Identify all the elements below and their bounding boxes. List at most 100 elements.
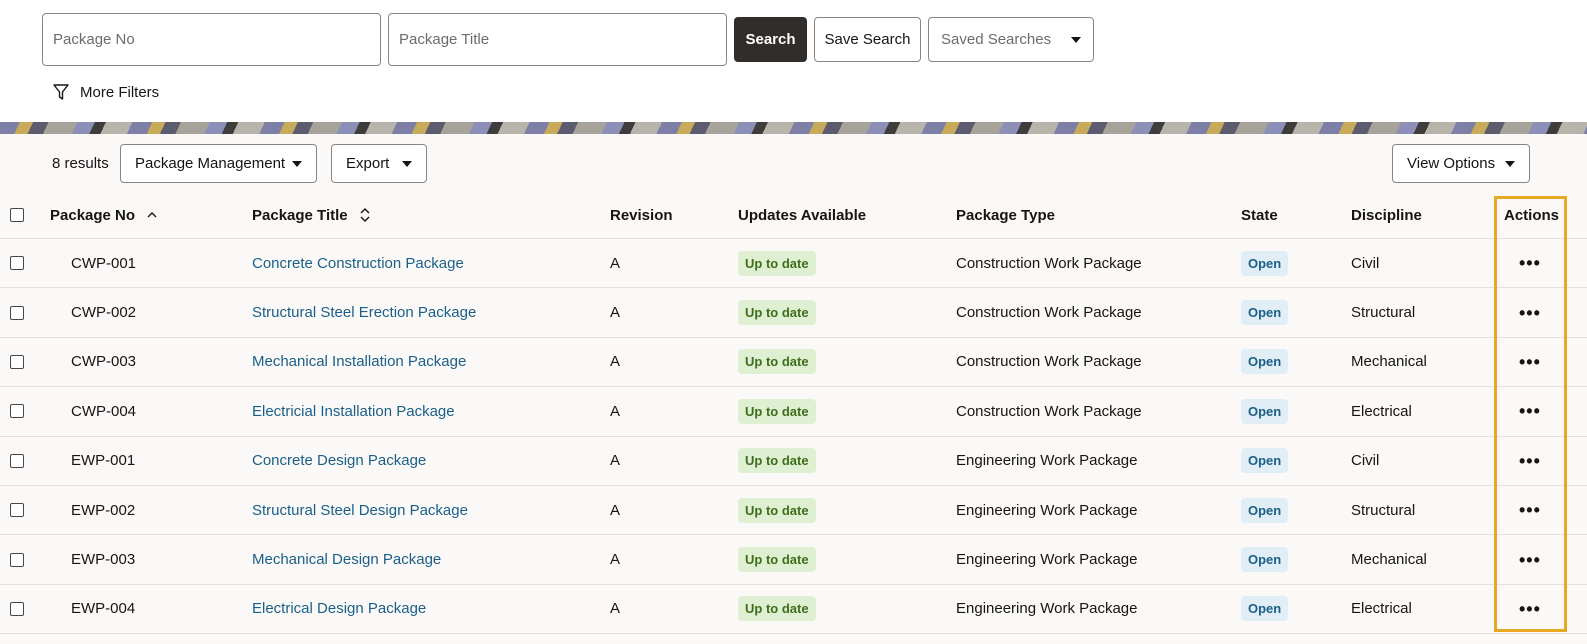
- updates-cell: Up to date: [738, 437, 816, 485]
- more-horizontal-icon[interactable]: •••: [1519, 551, 1541, 569]
- package-no-placeholder: Package No: [53, 31, 135, 48]
- row-checkbox[interactable]: [10, 305, 24, 320]
- sort-icon[interactable]: [360, 208, 370, 222]
- package-title-link[interactable]: Electricial Installation Package: [252, 403, 455, 420]
- state-badge: Open: [1241, 250, 1289, 276]
- package-type-cell: Engineering Work Package: [956, 501, 1138, 519]
- row-checkbox[interactable]: [10, 453, 24, 468]
- state-cell: Open: [1241, 239, 1289, 287]
- actions-cell: •••: [1519, 535, 1541, 583]
- package-title-link-cell: Concrete Construction Package: [252, 239, 464, 287]
- sort-ascending-icon[interactable]: [147, 211, 157, 219]
- row-checkbox[interactable]: [10, 404, 24, 419]
- up-to-date-badge: Up to date: [738, 349, 816, 375]
- package-title-link[interactable]: Concrete Construction Package: [252, 255, 464, 272]
- header-package-no[interactable]: Package No: [50, 192, 157, 238]
- updates-cell: Up to date: [738, 585, 816, 633]
- package-title-link[interactable]: Mechanical Design Package: [252, 551, 441, 568]
- more-horizontal-icon[interactable]: •••: [1519, 452, 1541, 470]
- header-updates-available: Updates Available: [738, 206, 867, 224]
- table-row[interactable]: CWP-002 Structural Steel Erection Packag…: [0, 288, 1587, 338]
- up-to-date-badge: Up to date: [738, 250, 816, 276]
- row-checkbox[interactable]: [10, 552, 24, 567]
- table-row[interactable]: CWP-003 Mechanical Installation Package …: [0, 338, 1587, 388]
- up-to-date-badge: Up to date: [738, 497, 816, 523]
- filter-icon: [53, 84, 69, 100]
- package-type-cell: Engineering Work Package: [956, 452, 1138, 470]
- view-options-menu[interactable]: View Options: [1392, 144, 1530, 183]
- table-row[interactable]: CWP-001 Concrete Construction Package A …: [0, 239, 1587, 289]
- up-to-date-badge: Up to date: [738, 300, 816, 326]
- row-checkbox[interactable]: [10, 601, 24, 616]
- table-row[interactable]: CWP-004 Electricial Installation Package…: [0, 387, 1587, 437]
- row-checkbox-cell: [10, 338, 24, 386]
- package-no-input[interactable]: Package No: [42, 13, 381, 66]
- state-cell: Open: [1241, 585, 1289, 633]
- more-horizontal-icon[interactable]: •••: [1519, 353, 1541, 371]
- state-cell: Open: [1241, 437, 1289, 485]
- save-search-button[interactable]: Save Search: [814, 17, 921, 62]
- package-no-cell: EWP-001: [71, 452, 136, 470]
- package-no-cell: CWP-003: [71, 353, 137, 371]
- actions-cell: •••: [1519, 288, 1541, 336]
- header-actions: Actions: [1504, 206, 1560, 224]
- package-no-cell: EWP-002: [71, 501, 136, 519]
- row-checkbox-cell: [10, 387, 24, 435]
- decorative-banner: [0, 122, 1587, 134]
- revision-cell: A: [610, 600, 621, 618]
- saved-searches-select[interactable]: Saved Searches: [928, 17, 1094, 62]
- more-horizontal-icon[interactable]: •••: [1519, 501, 1541, 519]
- discipline-cell: Civil: [1351, 254, 1380, 272]
- package-title-link-cell: Electricial Installation Package: [252, 387, 455, 435]
- package-title-link[interactable]: Concrete Design Package: [252, 452, 426, 469]
- row-checkbox[interactable]: [10, 503, 24, 518]
- state-cell: Open: [1241, 338, 1289, 386]
- package-type-cell: Engineering Work Package: [956, 600, 1138, 618]
- up-to-date-badge: Up to date: [738, 547, 816, 573]
- more-horizontal-icon[interactable]: •••: [1519, 304, 1541, 322]
- actions-cell: •••: [1519, 239, 1541, 287]
- actions-cell: •••: [1519, 387, 1541, 435]
- row-checkbox[interactable]: [10, 256, 24, 271]
- row-checkbox-cell: [10, 486, 24, 534]
- actions-cell: •••: [1519, 486, 1541, 534]
- header-package-title[interactable]: Package Title: [252, 192, 370, 238]
- updates-cell: Up to date: [738, 288, 816, 336]
- packages-table: Package No Package Title Revision Update…: [0, 192, 1587, 635]
- package-title-link-cell: Mechanical Installation Package: [252, 338, 466, 386]
- search-button[interactable]: Search: [734, 17, 807, 62]
- package-title-placeholder: Package Title: [399, 31, 490, 48]
- more-filters-button[interactable]: More Filters: [52, 80, 159, 104]
- package-type-cell: Construction Work Package: [956, 402, 1142, 420]
- package-title-link[interactable]: Structural Steel Design Package: [252, 502, 468, 519]
- table-row[interactable]: EWP-003 Mechanical Design Package A Up t…: [0, 535, 1587, 585]
- select-all-checkbox[interactable]: [10, 208, 24, 222]
- more-horizontal-icon[interactable]: •••: [1519, 402, 1541, 420]
- header-revision: Revision: [610, 206, 673, 224]
- row-checkbox[interactable]: [10, 354, 24, 369]
- package-title-link[interactable]: Structural Steel Erection Package: [252, 304, 476, 321]
- view-options-label: View Options: [1407, 155, 1496, 172]
- package-title-link[interactable]: Mechanical Installation Package: [252, 353, 466, 370]
- package-title-link[interactable]: Electrical Design Package: [252, 600, 426, 617]
- table-row[interactable]: EWP-001 Concrete Design Package A Up to …: [0, 437, 1587, 486]
- package-management-menu[interactable]: Package Management: [120, 144, 317, 183]
- more-horizontal-icon[interactable]: •••: [1519, 254, 1541, 272]
- table-body: CWP-001 Concrete Construction Package A …: [0, 239, 1587, 635]
- discipline-cell: Structural: [1351, 304, 1416, 322]
- package-type-cell: Construction Work Package: [956, 353, 1142, 371]
- table-row[interactable]: EWP-002 Structural Steel Design Package …: [0, 486, 1587, 536]
- package-title-input[interactable]: Package Title: [388, 13, 727, 66]
- discipline-cell: Civil: [1351, 452, 1380, 470]
- actions-cell: •••: [1519, 338, 1541, 386]
- chevron-down-icon: [1071, 36, 1081, 43]
- table-row[interactable]: EWP-004 Electrical Design Package A Up t…: [0, 585, 1587, 635]
- state-cell: Open: [1241, 486, 1289, 534]
- package-type-cell: Construction Work Package: [956, 304, 1142, 322]
- state-cell: Open: [1241, 535, 1289, 583]
- state-badge: Open: [1241, 596, 1289, 622]
- chevron-down-icon: [402, 160, 412, 167]
- package-title-link-cell: Mechanical Design Package: [252, 535, 441, 583]
- more-horizontal-icon[interactable]: •••: [1519, 600, 1541, 618]
- export-menu[interactable]: Export: [331, 144, 427, 183]
